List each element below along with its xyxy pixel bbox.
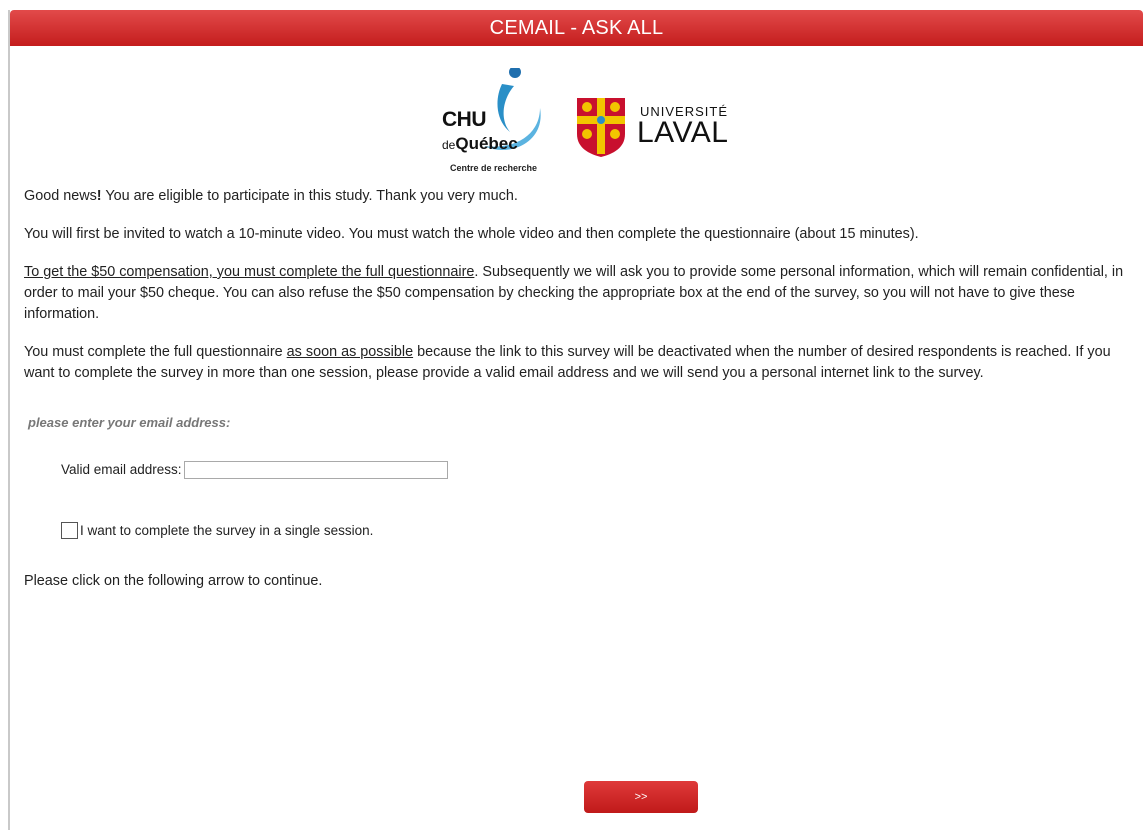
- page-title: CEMAIL - ASK ALL: [489, 16, 664, 39]
- survey-content: Good news! You are eligible to participa…: [10, 186, 1143, 592]
- continue-instruction: Please click on the following arrow to c…: [24, 573, 323, 589]
- logo-bar: CHU deQuébec Centre de recherche UNIVERS…: [10, 46, 1143, 186]
- page-header: CEMAIL - ASK ALL: [10, 10, 1143, 46]
- email-input[interactable]: [183, 460, 448, 479]
- single-session-checkbox[interactable]: [61, 522, 78, 539]
- email-row: Valid email address:: [61, 459, 1143, 480]
- intro-paragraph-1: Good news! You are eligible to participa…: [24, 188, 518, 204]
- laval-name-label: LAVAL: [637, 116, 729, 149]
- universite-laval-logo: UNIVERSITÉ LAVAL: [575, 96, 745, 166]
- email-label: Valid email address:: [61, 462, 182, 477]
- survey-frame: CEMAIL - ASK ALL CHU deQuébec Centre de …: [8, 10, 1143, 830]
- chu-city: deQuébec: [442, 134, 518, 153]
- intro-paragraph-3: To get the $50 compensation, you must co…: [24, 264, 1124, 322]
- chu-quebec-logo: CHU deQuébec Centre de recherche: [440, 68, 552, 190]
- laval-shield-icon: [577, 98, 625, 157]
- single-session-row: I want to complete the survey in a singl…: [61, 520, 1143, 541]
- intro-paragraph-4: You must complete the full questionnaire…: [24, 344, 1111, 381]
- chu-wordmark: CHU: [442, 108, 487, 131]
- email-prompt: please enter your email address:: [28, 415, 231, 430]
- next-button[interactable]: >>: [584, 781, 698, 813]
- intro-paragraph-2: You will first be invited to watch a 10-…: [24, 226, 919, 242]
- single-session-label: I want to complete the survey in a singl…: [80, 523, 374, 538]
- chu-tagline: Centre de recherche: [450, 163, 538, 173]
